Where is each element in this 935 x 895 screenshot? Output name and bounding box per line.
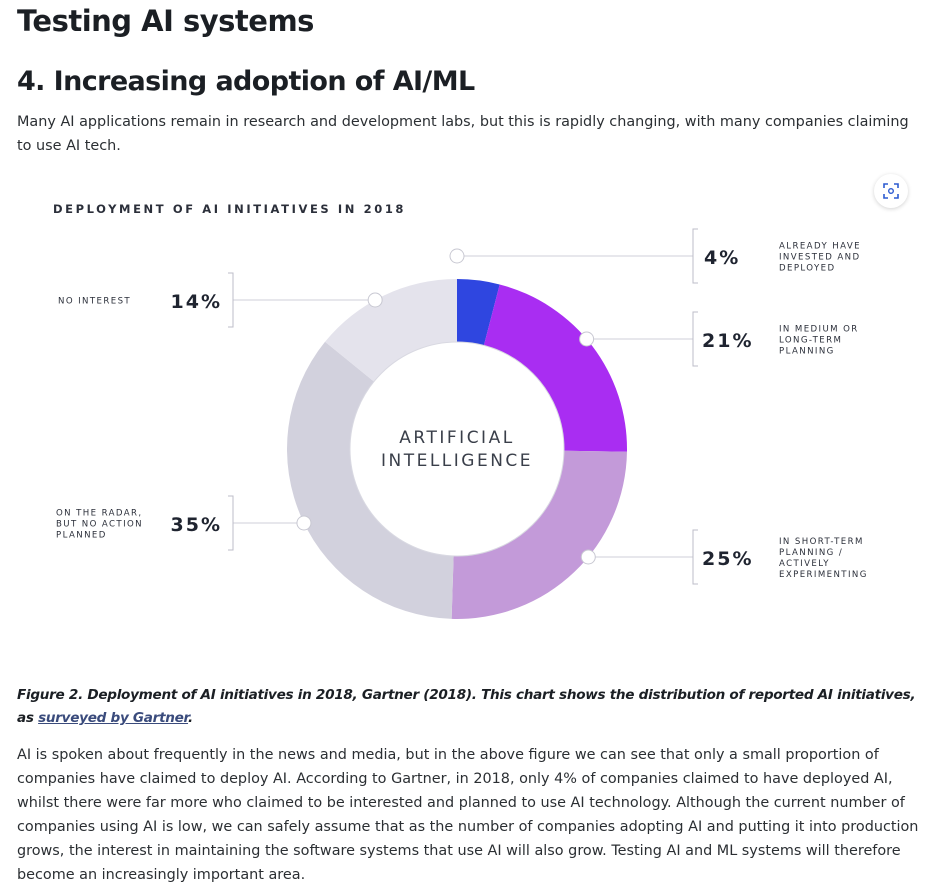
slice-desc-label-2-1: PLANNING /: [779, 548, 843, 558]
slice-desc-label-0-2: DEPLOYED: [779, 264, 836, 274]
callout-bracket-0: [692, 228, 698, 284]
body-paragraph: AI is spoken about frequently in the new…: [17, 747, 919, 883]
slice-desc-label-1-2: PLANNING: [779, 347, 835, 357]
slice-desc-label-0-1: INVESTED AND: [779, 253, 860, 263]
slice-desc-label-2-2: ACTIVELY: [779, 559, 830, 569]
callout-bracket-4: [228, 272, 234, 328]
slice-value-label-3: 35%: [171, 514, 222, 536]
gartner-link[interactable]: surveyed by Gartner: [38, 710, 188, 726]
callout-bracket-2: [692, 529, 698, 585]
callout-dot-2: [580, 549, 596, 565]
slice-desc-label-3-0: ON THE RADAR,: [56, 509, 143, 519]
slice-desc-label-3-1: BUT NO ACTION: [56, 520, 143, 530]
slice-desc-label-4-0: NO INTEREST: [58, 297, 131, 307]
slice-desc-label-2-0: IN SHORT-TERM: [779, 537, 864, 547]
callout-dot-4: [367, 292, 383, 308]
slice-desc-label-1-1: LONG-TERM: [779, 336, 842, 346]
slice-value-label-0: 4%: [704, 247, 740, 269]
callout-dot-0: [449, 248, 465, 264]
figure-caption: Figure 2. Deployment of AI initiatives i…: [17, 684, 922, 730]
center-hole: [349, 341, 565, 557]
intro-paragraph: Many AI applications remain in research …: [17, 114, 909, 154]
caption-end: .: [188, 710, 193, 726]
callout-bracket-3: [228, 495, 234, 551]
section-title: 4. Increasing adoption of AI/ML: [17, 66, 475, 97]
page-title: Testing AI systems: [17, 4, 314, 38]
chart-title: DEPLOYMENT OF AI INITIATIVES IN 2018: [53, 202, 406, 216]
slice-value-label-4: 14%: [171, 291, 222, 313]
callout-bracket-1: [692, 311, 698, 367]
slice-desc-label-1-0: IN MEDIUM OR: [779, 325, 859, 335]
donut-chart: DEPLOYMENT OF AI INITIATIVES IN 2018 ART…: [53, 202, 868, 619]
slice-desc-label-0-0: ALREADY HAVE: [779, 242, 861, 252]
slice-value-label-2: 25%: [702, 548, 753, 570]
expand-icon: [883, 183, 899, 199]
figure-deployment-chart: DEPLOYMENT OF AI INITIATIVES IN 2018 ART…: [0, 172, 935, 662]
slice-desc-label-3-2: PLANNED: [56, 531, 107, 541]
slice-value-label-1: 21%: [702, 330, 753, 352]
slice-desc-label-2-3: EXPERIMENTING: [779, 570, 868, 580]
callout-dot-1: [579, 331, 595, 347]
center-label-line-1: ARTIFICIAL: [399, 428, 514, 448]
center-label-line-2: INTELLIGENCE: [381, 451, 533, 471]
callout-dot-3: [296, 515, 312, 531]
expand-button[interactable]: [874, 174, 908, 208]
